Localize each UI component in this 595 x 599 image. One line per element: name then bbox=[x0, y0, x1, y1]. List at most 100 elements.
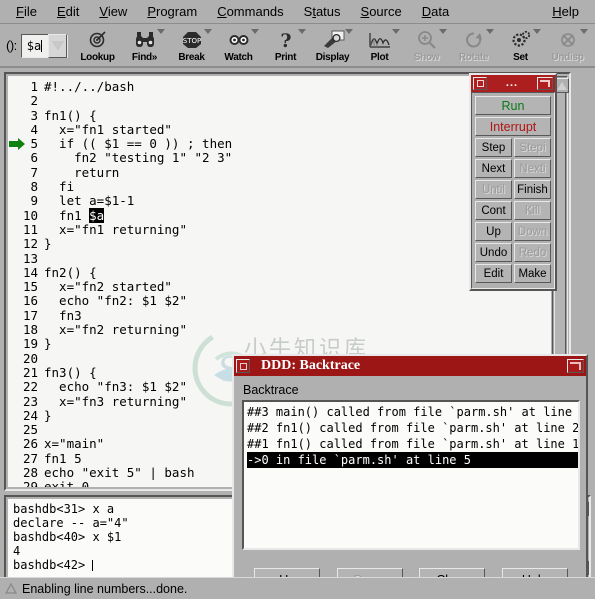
command-edit-button[interactable]: Edit bbox=[475, 264, 512, 283]
line-text: x="main" bbox=[44, 436, 105, 452]
menu-data[interactable]: Data bbox=[412, 2, 459, 21]
backtrace-titlebar[interactable]: DDD: Backtrace bbox=[234, 356, 586, 376]
backtrace-content: Backtrace ##3 main() called from file `p… bbox=[234, 376, 586, 577]
command-step-button[interactable]: Step bbox=[475, 138, 512, 157]
menu-file[interactable]: File bbox=[6, 2, 47, 21]
command-run-button[interactable]: Run bbox=[475, 96, 551, 115]
toolbar-display-label: Display bbox=[315, 51, 350, 63]
status-message: Enabling line numbers...done. bbox=[22, 581, 188, 596]
line-number: 17 bbox=[22, 307, 38, 323]
backtrace-list[interactable]: ##3 main() called from file `parm.sh' at… bbox=[242, 400, 580, 550]
backtrace-row[interactable]: ##3 main() called from file `parm.sh' at… bbox=[247, 404, 578, 420]
toolbar-print-button[interactable]: ? Print bbox=[262, 28, 309, 63]
command-tool-titlebar[interactable]: ... bbox=[471, 75, 555, 92]
line-number: 6 bbox=[30, 150, 38, 166]
backtrace-label: Backtrace bbox=[243, 383, 299, 397]
backtrace-help-button[interactable]: Help bbox=[501, 568, 568, 577]
command-nexti-button: Nexti bbox=[514, 159, 551, 178]
command-make-button[interactable]: Make bbox=[514, 264, 551, 283]
menu-indicator-icon[interactable] bbox=[157, 28, 165, 34]
command-up-button[interactable]: Up bbox=[475, 222, 512, 241]
menu-status[interactable]: Status bbox=[294, 2, 351, 21]
toolbar-undisp-button: Undisp bbox=[544, 28, 591, 63]
menu-indicator-icon[interactable] bbox=[345, 28, 353, 34]
menu-indicator-icon[interactable] bbox=[392, 28, 400, 34]
command-button-row: Next Nexti bbox=[475, 159, 551, 178]
line-number: 10 bbox=[22, 207, 38, 223]
backtrace-close-button[interactable]: Close bbox=[419, 568, 486, 577]
menu-indicator-icon[interactable] bbox=[533, 28, 541, 34]
toolbar-watch-label: Watch bbox=[224, 51, 253, 63]
command-next-button[interactable]: Next bbox=[475, 159, 512, 178]
toolbar-display-button[interactable]: Display bbox=[309, 28, 356, 63]
backtrace-row[interactable]: ##2 fn1() called from file `parm.sh' at … bbox=[247, 420, 578, 436]
chevron-down-icon[interactable] bbox=[48, 33, 67, 58]
backtrace-minimize-button[interactable] bbox=[236, 359, 250, 373]
line-text: } bbox=[44, 236, 52, 252]
warning-triangle-icon bbox=[4, 583, 17, 595]
command-button-row: Step Stepi bbox=[475, 138, 551, 157]
gears-icon bbox=[510, 29, 532, 51]
line-number: 19 bbox=[22, 336, 38, 352]
menu-indicator-icon bbox=[486, 28, 494, 34]
plot-curve-icon bbox=[368, 29, 392, 51]
command-cont-button[interactable]: Cont bbox=[475, 201, 512, 220]
menu-indicator-icon[interactable] bbox=[298, 28, 306, 34]
backtrace-up-button[interactable]: Up bbox=[254, 568, 321, 577]
command-undo-button[interactable]: Undo bbox=[475, 243, 512, 262]
source-line[interactable]: 18 x="fn2 returning" bbox=[8, 322, 551, 338]
toolbar-buttons: Lookup Find» STOP Break Watch ? Print Di… bbox=[74, 28, 591, 63]
toolbar-plot-button[interactable]: Plot bbox=[356, 28, 403, 63]
line-number: 28 bbox=[22, 465, 38, 481]
backtrace-row[interactable]: ##1 fn1() called from file `parm.sh' at … bbox=[247, 436, 578, 452]
toolbar-show-label: Show bbox=[413, 51, 440, 63]
line-number: 16 bbox=[22, 293, 38, 309]
command-interrupt-button[interactable]: Interrupt bbox=[475, 117, 551, 136]
argument-combobox[interactable]: $a bbox=[20, 33, 68, 58]
menu-commands[interactable]: Commands bbox=[207, 2, 293, 21]
line-number: 4 bbox=[30, 121, 38, 137]
line-text: x="fn3 returning" bbox=[44, 393, 187, 409]
argument-input[interactable]: $a bbox=[22, 39, 48, 53]
command-until-button: Until bbox=[475, 180, 512, 199]
command-down-button: Down bbox=[514, 222, 551, 241]
source-line[interactable]: 19} bbox=[8, 336, 551, 352]
menu-edit[interactable]: Edit bbox=[47, 2, 89, 21]
toolbar-set-button[interactable]: Set bbox=[497, 28, 544, 63]
command-button-row: Edit Make bbox=[475, 264, 551, 283]
menu-program[interactable]: Program bbox=[137, 2, 207, 21]
line-number: 24 bbox=[22, 407, 38, 423]
toolbar-watch-button[interactable]: Watch bbox=[215, 28, 262, 63]
menu-view[interactable]: View bbox=[89, 2, 137, 21]
menu-indicator-icon[interactable] bbox=[204, 28, 212, 34]
source-line[interactable]: 17 fn3 bbox=[8, 307, 551, 323]
toolbar-lookup-button[interactable]: Lookup bbox=[74, 29, 121, 63]
line-number: 13 bbox=[22, 250, 38, 266]
menu-source[interactable]: Source bbox=[351, 2, 412, 21]
line-number: 21 bbox=[22, 364, 38, 380]
menu-indicator-icon[interactable] bbox=[251, 28, 259, 34]
line-text bbox=[38, 93, 44, 108]
menu-indicator-icon bbox=[580, 28, 588, 34]
toolbar-break-button[interactable]: STOP Break bbox=[168, 28, 215, 63]
source-line[interactable]: 16 echo "fn2: $1 $2" bbox=[8, 293, 551, 309]
line-text: } bbox=[44, 336, 52, 352]
toolbar-set-label: Set bbox=[513, 51, 528, 63]
backtrace-rows: ##3 main() called from file `parm.sh' at… bbox=[244, 402, 578, 468]
backtrace-maximize-button[interactable] bbox=[567, 359, 584, 373]
backtrace-row-selected[interactable]: ->0 in file `parm.sh' at line 5 bbox=[247, 452, 578, 468]
command-finish-button[interactable]: Finish bbox=[514, 180, 551, 199]
selected-token[interactable]: $a bbox=[89, 207, 105, 223]
line-number: 5 bbox=[30, 136, 38, 152]
line-text: fn3() { bbox=[44, 364, 97, 380]
line-text: x="fn2 returning" bbox=[44, 322, 187, 338]
maximize-button[interactable] bbox=[537, 77, 553, 90]
toolbar-find-button[interactable]: Find» bbox=[121, 28, 168, 63]
command-tool-window: ... Run Interrupt Step Stepi Next Nexti Until F… bbox=[469, 73, 557, 291]
backtrace-title: DDD: Backtrace bbox=[261, 358, 361, 373]
zoom-in-icon bbox=[416, 29, 438, 51]
line-text: fn1 5 bbox=[44, 450, 82, 466]
ddd-main-window: File Edit View Program Commands Status S… bbox=[0, 0, 595, 599]
menu-help[interactable]: Help bbox=[542, 2, 589, 21]
minimize-button[interactable] bbox=[473, 77, 487, 90]
